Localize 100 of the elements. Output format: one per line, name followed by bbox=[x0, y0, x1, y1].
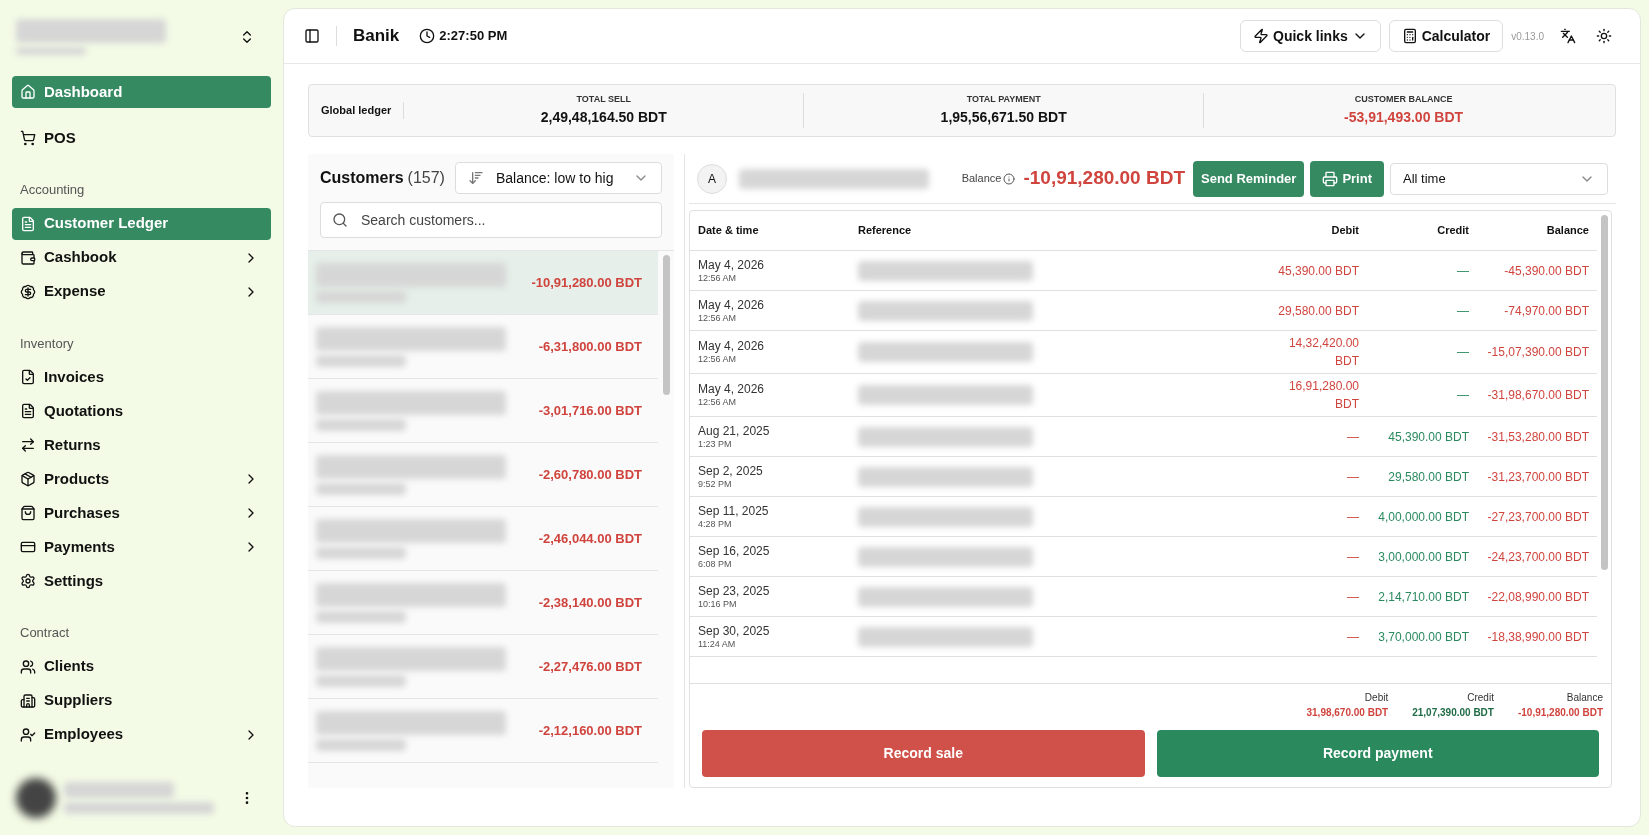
sidebar-item[interactable]: Purchases bbox=[12, 497, 271, 529]
clock-icon bbox=[419, 28, 436, 44]
search-icon bbox=[332, 212, 348, 228]
column-header: Balance bbox=[1545, 223, 1589, 239]
customer-row[interactable]: -10,91,280.00 BDT bbox=[308, 251, 658, 315]
time-cell-text: 4:28 PM bbox=[698, 518, 733, 530]
column-header: Debit bbox=[1330, 223, 1359, 239]
clock-time: 2:27:50 PM bbox=[439, 27, 508, 46]
debit-cell-text: 16,91,280.00 BDT bbox=[1287, 378, 1359, 413]
stat-label: CUSTOMER BALANCE bbox=[1354, 93, 1453, 107]
avatar bbox=[16, 778, 56, 818]
search-field[interactable]: Search customers... bbox=[320, 202, 662, 238]
section-heading: Contract bbox=[19, 624, 71, 642]
sidebar-item[interactable]: Expense bbox=[12, 275, 271, 308]
sidebar-item[interactable]: Cashbook bbox=[12, 241, 271, 274]
bag-icon bbox=[20, 505, 36, 521]
customer-balance: -2,46,044.00 BDT bbox=[538, 529, 642, 548]
credit-cell-text: 3,00,000.00 BDT bbox=[1377, 548, 1469, 566]
lightning-icon bbox=[1253, 28, 1269, 44]
sidebar-item[interactable]: Products bbox=[12, 463, 271, 495]
total-value: -10,91,280.00 BDT bbox=[1517, 706, 1603, 720]
sidebar-item[interactable]: Employees bbox=[12, 718, 271, 751]
sidebar-item[interactable]: Customer Ledger bbox=[12, 207, 271, 240]
stat-label: TOTAL SELL bbox=[576, 93, 631, 107]
period-dropdown[interactable]: All time bbox=[1390, 162, 1608, 195]
customer-row[interactable]: -2,27,476.00 BDT bbox=[308, 635, 658, 699]
sidebar-item[interactable]: Clients bbox=[12, 650, 271, 683]
time-cell-text: 10:16 PM bbox=[698, 598, 738, 610]
dollar-icon bbox=[20, 283, 36, 300]
calculator-button[interactable]: Calculator bbox=[1388, 20, 1504, 52]
sidebar-item[interactable]: POS bbox=[12, 122, 271, 154]
balance-cell-text: -74,970.00 BDT bbox=[1503, 302, 1589, 320]
sidebar-item[interactable]: Payments bbox=[12, 531, 271, 563]
send-reminder-button[interactable]: Send Reminder bbox=[1193, 160, 1305, 197]
quick-links-button[interactable]: Quick links bbox=[1240, 20, 1381, 52]
balance-cell-text: -31,23,700.00 BDT bbox=[1486, 468, 1589, 486]
sidebar-item[interactable]: Suppliers bbox=[12, 684, 271, 717]
customer-row[interactable]: -3,01,716.00 BDT bbox=[308, 379, 658, 443]
summary-label: Global ledger bbox=[321, 102, 405, 119]
debit-cell-text: — bbox=[1346, 468, 1359, 486]
card-icon bbox=[20, 539, 36, 555]
customer-row[interactable]: -2,38,140.00 BDT bbox=[308, 571, 658, 635]
record-payment-button[interactable]: Record payment bbox=[1156, 730, 1599, 777]
sidebar-toggle-icon[interactable] bbox=[304, 28, 320, 44]
building-icon bbox=[20, 692, 36, 709]
debit-cell-text: — bbox=[1346, 628, 1359, 646]
customer-row[interactable]: -2,46,044.00 BDT bbox=[308, 507, 658, 571]
sort-dropdown[interactable]: Balance: low to hig bbox=[455, 162, 662, 194]
balance-value: -10,91,280.00 BDT bbox=[1023, 166, 1185, 191]
record-sale-button[interactable]: Record sale bbox=[702, 730, 1145, 777]
time-cell-text: 9:52 PM bbox=[698, 478, 733, 490]
balance-cell-text: -15,07,390.00 BDT bbox=[1486, 344, 1589, 361]
print-button[interactable]: Print bbox=[1310, 160, 1384, 197]
credit-cell-text: 45,390.00 BDT bbox=[1387, 428, 1469, 446]
debit-cell-text: — bbox=[1346, 548, 1359, 566]
balance-cell-text: -22,08,990.00 BDT bbox=[1486, 588, 1589, 606]
customer-row[interactable]: -6,31,800.00 BDT bbox=[308, 315, 658, 379]
balance-cell-text: -31,98,670.00 BDT bbox=[1486, 387, 1589, 404]
column-header: Credit bbox=[1436, 223, 1469, 239]
customer-row[interactable]: -2,12,160.00 BDT bbox=[308, 699, 658, 763]
customer-count: (157) bbox=[407, 168, 445, 188]
calculator-icon bbox=[1401, 28, 1418, 44]
customer-balance: -2,60,780.00 BDT bbox=[538, 465, 642, 484]
scrollbar[interactable] bbox=[662, 255, 670, 395]
date-cell-text: May 4, 2026 bbox=[698, 257, 766, 273]
total-value: 21,07,390.00 BDT bbox=[1412, 706, 1494, 720]
cart-icon bbox=[20, 130, 36, 146]
user-check-icon bbox=[20, 726, 36, 743]
sidebar-item[interactable]: Dashboard bbox=[12, 76, 271, 108]
stat-value: -53,91,493.00 BDT bbox=[1344, 107, 1464, 127]
balance-label: Balance bbox=[961, 171, 1002, 187]
customer-balance: -10,91,280.00 BDT bbox=[531, 273, 642, 292]
credit-cell-text: 4,00,000.00 BDT bbox=[1377, 508, 1469, 526]
balance-cell-text: -45,390.00 BDT bbox=[1503, 262, 1589, 280]
customer-row[interactable]: -2,60,780.00 BDT bbox=[308, 443, 658, 507]
time-cell-text: 12:56 AM bbox=[698, 272, 738, 284]
time-cell-text: 12:56 AM bbox=[698, 397, 738, 408]
total-label: Debit bbox=[1364, 691, 1389, 705]
document-icon bbox=[20, 215, 36, 232]
time-cell-text: 12:56 AM bbox=[698, 354, 738, 365]
info-icon bbox=[1003, 172, 1016, 185]
document-icon bbox=[20, 403, 36, 419]
section-heading: Inventory bbox=[19, 334, 75, 353]
total-label: Balance bbox=[1566, 691, 1603, 705]
sidebar-item[interactable]: Settings bbox=[12, 565, 271, 597]
balance-cell-text: -18,38,990.00 BDT bbox=[1486, 628, 1589, 646]
users-icon bbox=[20, 658, 36, 675]
customers-title: Customers bbox=[320, 168, 404, 188]
customer-balance: -2,12,160.00 BDT bbox=[538, 721, 642, 740]
sidebar-item[interactable]: Invoices bbox=[12, 361, 271, 393]
customer-balance: -2,27,476.00 BDT bbox=[538, 657, 642, 676]
sidebar-item[interactable]: Returns bbox=[12, 429, 271, 461]
translate-icon[interactable] bbox=[1560, 28, 1576, 44]
credit-cell-text: 29,580.00 BDT bbox=[1387, 468, 1469, 486]
time-cell-text: 6:08 PM bbox=[698, 558, 733, 570]
date-cell-text: May 4, 2026 bbox=[698, 382, 766, 397]
theme-icon[interactable] bbox=[1596, 28, 1612, 44]
scrollbar[interactable] bbox=[1600, 215, 1608, 570]
credit-cell-text: — bbox=[1456, 262, 1469, 280]
sidebar-item[interactable]: Quotations bbox=[12, 395, 271, 427]
